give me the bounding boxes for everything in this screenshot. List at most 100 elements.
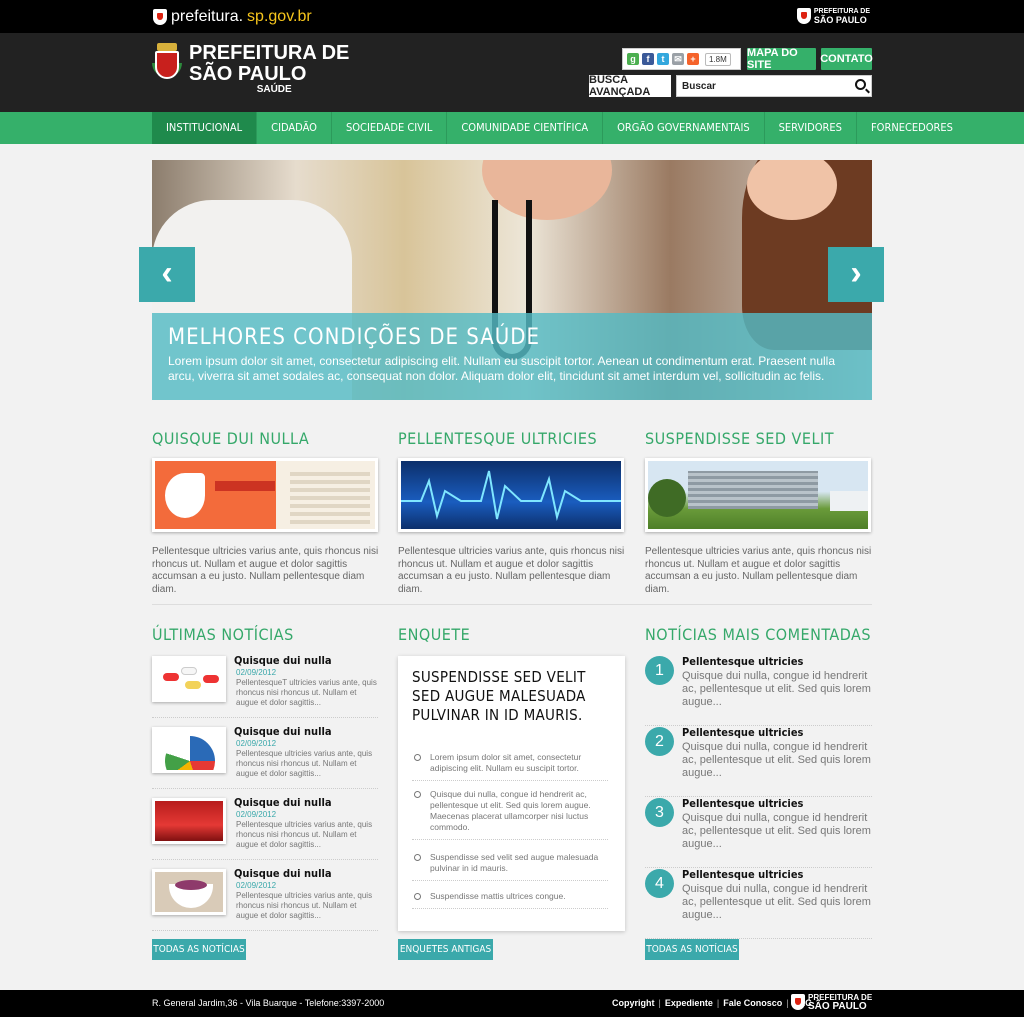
commented-title[interactable]: Pellentesque ultricies: [682, 655, 803, 668]
twitter-share-icon[interactable]: t: [657, 53, 669, 65]
poll-option-2[interactable]: Quisque dui nulla, congue id hendrerit a…: [412, 789, 608, 840]
feature-image-heartbeat[interactable]: [398, 458, 624, 532]
all-news-button[interactable]: TODAS AS NOTÍCIAS: [152, 939, 246, 960]
search-input[interactable]: [677, 76, 847, 97]
search-icon[interactable]: [855, 79, 866, 90]
feature-image-infographic[interactable]: [152, 458, 378, 532]
commented-item[interactable]: 3 Pellentesque ultricies Quisque dui nul…: [645, 797, 872, 868]
commented-item[interactable]: 1 Pellentesque ultricies Quisque dui nul…: [645, 655, 872, 726]
nav-item-cidadao[interactable]: CIDADÃO: [257, 112, 332, 144]
commented-item[interactable]: 4 Pellentesque ultricies Quisque dui nul…: [645, 868, 872, 939]
commented-text: Quisque dui nulla, congue id hendrerit a…: [682, 670, 871, 708]
poll-option-1[interactable]: Lorem ipsum dolor sit amet, consectetur …: [412, 752, 608, 781]
old-polls-button[interactable]: ENQUETES ANTIGAS: [398, 939, 493, 960]
rank-badge: 1: [645, 656, 674, 685]
site-map-button[interactable]: MAPA DO SITE: [747, 47, 816, 71]
footer-link-fale-conosco[interactable]: Fale Conosco: [723, 998, 782, 1008]
footer-link-expediente[interactable]: Expediente: [665, 998, 713, 1008]
news-date: 02/09/2012: [236, 739, 277, 748]
portal-link[interactable]: prefeitura. sp.gov.br: [153, 3, 312, 31]
addthis-plus-icon[interactable]: +: [687, 53, 699, 65]
share-count: 1.8M: [705, 52, 731, 66]
feature-title-1[interactable]: QUISQUE DUI NULLA: [152, 429, 309, 448]
contact-button[interactable]: CONTATO: [820, 48, 873, 70]
news-date: 02/09/2012: [236, 810, 277, 819]
news-title[interactable]: Quisque dui nulla: [234, 796, 332, 809]
news-thumb-blood[interactable]: [152, 798, 226, 844]
footer-address: R. General Jardim,36 - Vila Buarque - Te…: [152, 998, 385, 1008]
slider-next-arrow-icon[interactable]: ›: [828, 247, 884, 302]
news-item[interactable]: Quisque dui nulla 02/09/2012 Pellentesqu…: [152, 796, 378, 860]
commented-title[interactable]: Pellentesque ultricies: [682, 797, 803, 810]
nav-item-comunidade-cientifica[interactable]: COMUNIDADE CIENTÍFICA: [447, 112, 604, 144]
advanced-search-button[interactable]: BUSCA AVANÇADA: [589, 74, 671, 98]
footer: R. General Jardim,36 - Vila Buarque - Te…: [0, 990, 1024, 1017]
radio-icon[interactable]: [414, 791, 421, 798]
feature-title-3[interactable]: SUSPENDISSE SED VELIT: [645, 429, 834, 448]
feature-title-2[interactable]: PELLENTESQUE ULTRICIES: [398, 429, 597, 448]
poll-question: SUSPENDISSE SED VELIT SED AUGUE MALESUAD…: [412, 668, 586, 724]
hero-caption: MELHORES CONDIÇÕES DE SAÚDE Lorem ipsum …: [152, 313, 872, 400]
nav-item-orgao-governamentais[interactable]: ORGÃO GOVERNAMENTAIS: [603, 112, 765, 144]
portal-domain: sp.gov.br: [247, 8, 312, 25]
site-logo[interactable]: PREFEITURA DE SÃO PAULO SAÚDE: [152, 43, 349, 95]
rank-badge: 4: [645, 869, 674, 898]
all-commented-news-button[interactable]: TODAS AS NOTÍCIAS: [645, 939, 739, 960]
nav-item-servidores[interactable]: SERVIDORES: [765, 112, 857, 144]
feature-text-2: Pellentesque ultricies varius ante, quis…: [398, 546, 625, 595]
radio-icon[interactable]: [414, 854, 421, 861]
feature-text-3: Pellentesque ultricies varius ante, quis…: [645, 546, 872, 595]
news-date: 02/09/2012: [236, 881, 277, 890]
news-item[interactable]: Quisque dui nulla 02/09/2012 Pellentesqu…: [152, 725, 378, 789]
hero-text: Lorem ipsum dolor sit amet, consectetur …: [168, 354, 836, 383]
top-bar: prefeitura. sp.gov.br PREFEITURA DE SÃO PA…: [0, 0, 1024, 33]
footer-link-copyright[interactable]: Copyright: [612, 998, 655, 1008]
email-share-icon[interactable]: ✉: [672, 53, 684, 65]
commented-title[interactable]: Pellentesque ultricies: [682, 868, 803, 881]
footer-brand-line-2: SÃO PAULO: [808, 1001, 867, 1012]
logo-subtitle: SAÚDE: [256, 84, 292, 95]
news-thumb-chart[interactable]: [152, 727, 226, 773]
footer-brand[interactable]: PREFEITURA DE SÃO PAULO: [791, 993, 872, 1012]
commented-title[interactable]: Pellentesque ultricies: [682, 726, 803, 739]
news-thumb-pills[interactable]: [152, 656, 226, 702]
poll-option-label: Suspendisse mattis ultrices congue.: [430, 891, 566, 901]
news-title[interactable]: Quisque dui nulla: [234, 654, 332, 667]
portal-domain-prefix: prefeitura.: [171, 8, 244, 25]
radio-icon[interactable]: [414, 893, 421, 900]
heartbeat-line: [401, 470, 621, 521]
most-commented-heading: NOTÍCIAS MAIS COMENTADAS: [645, 625, 872, 644]
commented-item[interactable]: 2 Pellentesque ultricies Quisque dui nul…: [645, 726, 872, 797]
news-title[interactable]: Quisque dui nulla: [234, 867, 332, 880]
news-item[interactable]: Quisque dui nulla 02/09/2012 Pellentesqu…: [152, 867, 378, 931]
news-item[interactable]: Quisque dui nulla 02/09/2012 Pellentesqu…: [152, 654, 378, 718]
slider-prev-arrow-icon[interactable]: ‹: [139, 247, 195, 302]
facebook-share-icon[interactable]: f: [642, 53, 654, 65]
feature-image-building[interactable]: [645, 458, 871, 532]
news-thumb-salad[interactable]: [152, 869, 226, 915]
news-date: 02/09/2012: [236, 668, 277, 677]
poll-heading: ENQUETE: [398, 625, 471, 644]
brand-line-2: SÃO PAULO: [813, 15, 867, 25]
poll-option-label: Lorem ipsum dolor sit amet, consectetur …: [430, 752, 582, 773]
radio-icon[interactable]: [414, 754, 421, 761]
commented-text: Quisque dui nulla, congue id hendrerit a…: [682, 883, 871, 921]
hero-slider: MELHORES CONDIÇÕES DE SAÚDE Lorem ipsum …: [152, 160, 872, 400]
latest-news-heading: ÚLTIMAS NOTÍCIAS: [152, 625, 294, 644]
prefeitura-brand[interactable]: PREFEITURA DE SÃO PAULO: [796, 8, 870, 25]
share-bar: g f t ✉ + 1.8M: [622, 48, 741, 70]
feature-text-1: Pellentesque ultricies varius ante, quis…: [152, 546, 379, 595]
coat-of-arms-icon: [152, 43, 182, 85]
poll-option-4[interactable]: Suspendisse mattis ultrices congue.: [412, 891, 608, 909]
google-share-icon[interactable]: g: [627, 53, 639, 65]
poll-option-3[interactable]: Suspendisse sed velit sed augue malesuad…: [412, 852, 608, 881]
rank-badge: 3: [645, 798, 674, 827]
poll-option-label: Suspendisse sed velit sed augue malesuad…: [430, 852, 599, 873]
city-seal-icon: [153, 9, 167, 25]
nav-item-fornecedores[interactable]: FORNECEDORES: [857, 112, 967, 144]
news-title[interactable]: Quisque dui nulla: [234, 725, 332, 738]
poll-option-label: Quisque dui nulla, congue id hendrerit a…: [430, 789, 591, 832]
rank-badge: 2: [645, 727, 674, 756]
nav-item-institucional[interactable]: INSTITUCIONAL: [152, 112, 258, 144]
nav-item-sociedade-civil[interactable]: SOCIEDADE CIVIL: [332, 112, 448, 144]
